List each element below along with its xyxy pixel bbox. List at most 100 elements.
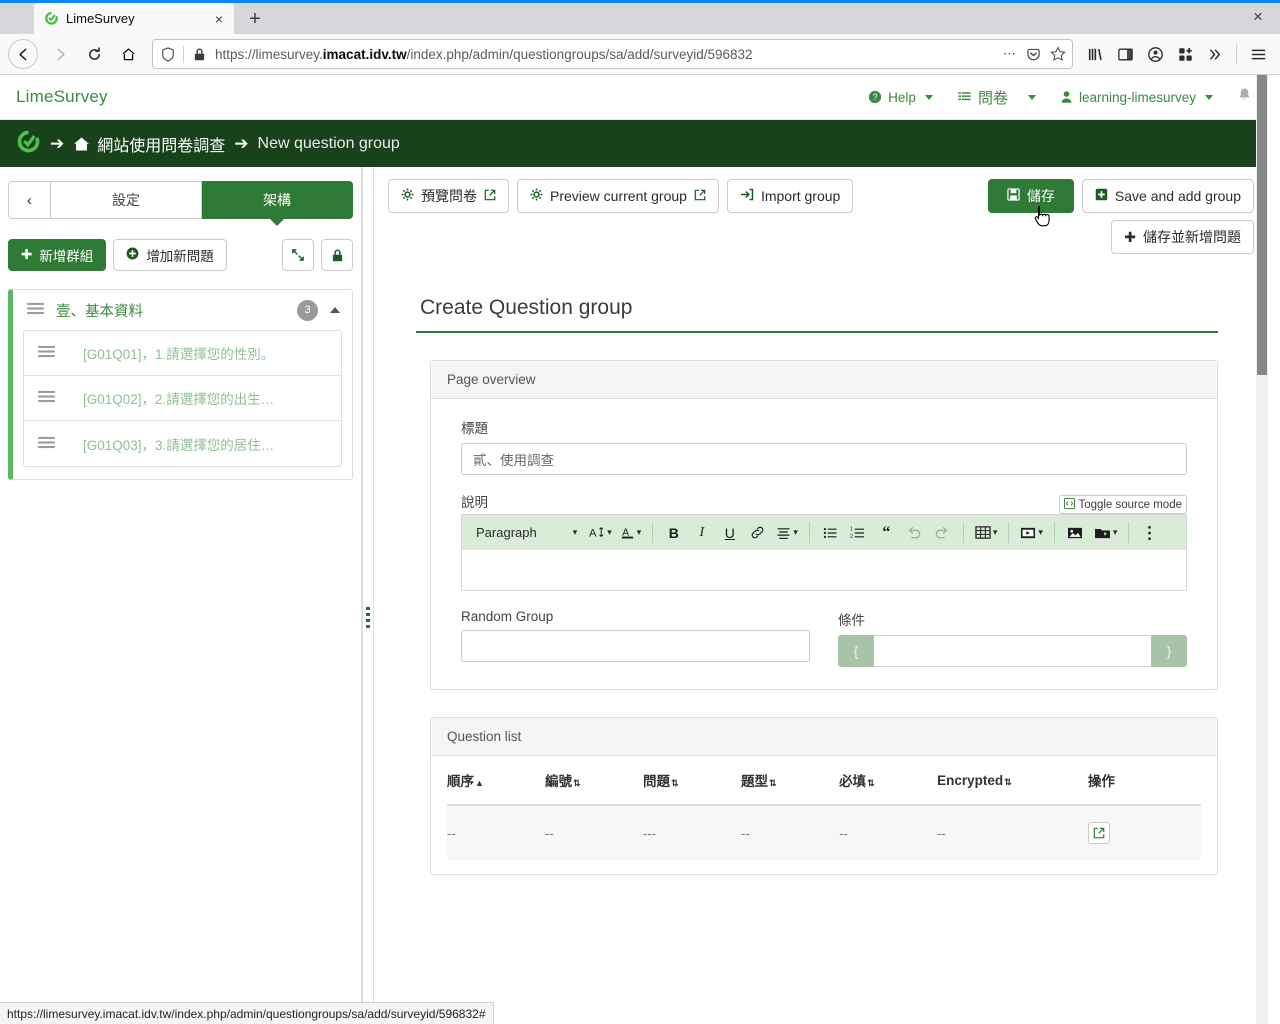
media-icon[interactable]: ▾	[1017, 519, 1046, 546]
breadcrumb-survey-link[interactable]: 網站使用問卷調查	[73, 132, 225, 156]
italic-button[interactable]: I	[689, 519, 714, 546]
group-title[interactable]: 壹、基本資料	[56, 300, 285, 321]
table-body: -- -- --- -- -- --	[447, 805, 1201, 860]
file-browser-icon[interactable]: ▾	[1091, 519, 1121, 546]
toggle-source-mode-button[interactable]: Toggle source mode	[1059, 495, 1187, 514]
window-close-button[interactable]: ×	[1244, 6, 1272, 28]
bullet-list-icon[interactable]	[818, 519, 843, 546]
extensions-icon[interactable]	[1171, 40, 1199, 68]
external-link-icon[interactable]	[1087, 822, 1110, 844]
sidebar-icon[interactable]	[1111, 40, 1139, 68]
import-group-button[interactable]: Import group	[726, 179, 854, 213]
tab-structure[interactable]: 架構	[202, 181, 353, 226]
font-color-icon[interactable]: A ▾	[618, 519, 645, 546]
surveys-menu[interactable]: 問卷	[957, 87, 1036, 108]
brand-label[interactable]: LimeSurvey	[16, 87, 108, 107]
column-question-label: 問題	[643, 774, 671, 789]
preview-survey-button[interactable]: 預覽問卷	[388, 179, 509, 213]
sidebar-collapse-button[interactable]: ‹	[8, 181, 51, 219]
column-order[interactable]: 順序▲	[447, 756, 546, 806]
title-field-label: 標題	[461, 421, 488, 436]
chevron-down-icon	[924, 94, 933, 100]
link-icon[interactable]	[745, 519, 770, 546]
help-menu[interactable]: ? Help	[868, 90, 933, 105]
padlock-icon	[191, 46, 208, 63]
star-icon[interactable]	[1049, 46, 1066, 63]
drag-handle-icon[interactable]	[38, 436, 55, 452]
gear-icon	[401, 188, 414, 204]
list-item[interactable]: [G01Q02]，2.請選擇您的出生…	[24, 376, 341, 421]
editor-content-area[interactable]	[462, 550, 1186, 590]
list-item[interactable]: [G01Q03]，3.請選擇您的居住…	[24, 421, 341, 466]
close-icon[interactable]: ×	[210, 10, 228, 28]
sidebar-actions: ✚ 新增群組 增加新問題	[8, 239, 353, 271]
image-icon[interactable]	[1063, 519, 1088, 546]
drag-handle-icon[interactable]	[27, 302, 44, 318]
breadcrumb: ➔ 網站使用問卷調查 ➔ New question group	[0, 120, 1268, 167]
home-icon[interactable]	[112, 38, 144, 70]
user-menu[interactable]: learning-limesurvey	[1060, 90, 1213, 105]
condition-input[interactable]	[874, 635, 1151, 667]
preview-current-group-button[interactable]: Preview current group	[517, 179, 719, 213]
blockquote-button[interactable]: “	[874, 519, 899, 546]
save-and-add-group-button[interactable]: Save and add group	[1081, 179, 1254, 213]
column-mandatory[interactable]: 必填⇅	[839, 756, 938, 806]
save-and-add-question-button[interactable]: ✚ 儲存並新增問題	[1111, 220, 1254, 254]
page-body: ‹ 設定 架構 ✚ 新增群組 增加新問題 壹、基本資料 3 [G01Q01]，1…	[0, 167, 1268, 1024]
add-question-button[interactable]: 增加新問題	[113, 239, 227, 271]
underline-button[interactable]: U	[717, 519, 742, 546]
reload-arrow-icon[interactable]	[78, 38, 110, 70]
drag-handle-icon[interactable]	[38, 390, 55, 406]
browser-tab[interactable]: LimeSurvey ×	[34, 3, 234, 34]
column-order-label: 順序	[447, 774, 474, 789]
overflow-icon[interactable]	[1201, 40, 1229, 68]
random-group-input[interactable]	[461, 630, 810, 662]
scrollbar-thumb[interactable]	[1257, 75, 1267, 375]
library-icon[interactable]	[1081, 40, 1109, 68]
save-question-row: ✚ 儲存並新增問題	[1111, 220, 1254, 254]
column-question[interactable]: 問題⇅	[643, 756, 742, 806]
tab-settings[interactable]: 設定	[51, 181, 202, 219]
list-item[interactable]: [G01Q01]，1.請選擇您的性別。	[24, 331, 341, 376]
drag-handle-icon[interactable]	[38, 345, 55, 361]
pocket-icon[interactable]	[1025, 46, 1042, 63]
paragraph-style-dropdown[interactable]: Paragraph ▾	[470, 519, 583, 546]
condition-input-group: { }	[838, 635, 1187, 667]
column-code-label: 編號	[545, 774, 573, 789]
new-tab-button[interactable]: +	[240, 5, 270, 33]
menu-icon[interactable]	[1244, 40, 1272, 68]
numbered-list-icon[interactable]: 12	[846, 519, 871, 546]
limesurvey-icon	[44, 11, 59, 26]
redo-icon[interactable]	[930, 519, 955, 546]
kebab-icon[interactable]	[1137, 519, 1162, 546]
save-button[interactable]: 儲存	[987, 179, 1074, 213]
add-group-label: 新增群組	[39, 249, 94, 264]
undo-icon[interactable]	[902, 519, 927, 546]
group-header[interactable]: 壹、基本資料 3	[13, 290, 352, 330]
page-scrollbar[interactable]	[1256, 75, 1268, 1024]
collapse-arrows-icon[interactable]	[282, 239, 314, 271]
limesurvey-logo-icon[interactable]	[16, 129, 41, 159]
svg-text:1: 1	[850, 526, 853, 532]
back-arrow-icon[interactable]	[8, 39, 38, 69]
column-type[interactable]: 題型⇅	[741, 756, 840, 806]
bold-button[interactable]: B	[661, 519, 686, 546]
sort-icon: ⇅	[867, 778, 874, 788]
splitter-grip[interactable]	[366, 607, 370, 629]
breadcrumb-current: New question group	[257, 134, 400, 152]
add-group-button[interactable]: ✚ 新增群組	[8, 239, 107, 271]
column-code[interactable]: 編號⇅	[545, 756, 644, 806]
title-input[interactable]: 貳、使用調查	[461, 443, 1187, 475]
align-icon[interactable]: ▾	[773, 519, 801, 546]
lock-icon[interactable]	[321, 239, 353, 271]
chevron-up-icon[interactable]	[330, 307, 340, 313]
ellipsis-icon[interactable]: ⋯	[1001, 46, 1018, 63]
column-encrypted[interactable]: Encrypted⇅	[937, 756, 1088, 806]
bell-icon[interactable]	[1237, 87, 1252, 107]
table-icon[interactable]: ▾	[972, 519, 1001, 546]
font-size-icon[interactable]: A ▾	[586, 519, 615, 546]
panel-splitter[interactable]	[362, 167, 374, 1024]
condition-label: 條件	[838, 613, 865, 628]
url-bar[interactable]: https://limesurvey.imacat.idv.tw/index.p…	[152, 39, 1073, 69]
account-icon[interactable]	[1141, 40, 1169, 68]
